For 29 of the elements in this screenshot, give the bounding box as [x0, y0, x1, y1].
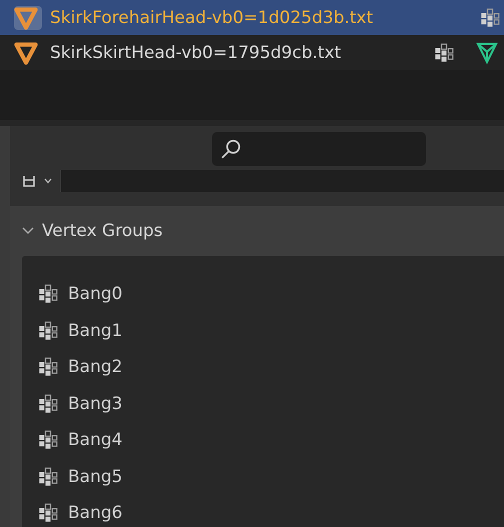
outliner-row[interactable]: SkirkForehairHead-vb0=1d025d3b.txt	[0, 0, 504, 35]
name-field[interactable]	[60, 170, 504, 192]
vertex-group-icon	[38, 320, 58, 341]
dropdown-caret-icon[interactable]	[44, 178, 52, 184]
vertex-group-item[interactable]: Bang2	[68, 357, 122, 378]
vertex-group-item[interactable]: Bang1	[68, 320, 122, 341]
vertex-group-icon	[38, 284, 58, 304]
vertex-group-icon	[38, 357, 58, 378]
vertex-group-item[interactable]: Bang5	[68, 466, 122, 487]
vertex-group-icon	[480, 8, 500, 28]
panel-title: Vertex Groups	[42, 221, 163, 241]
vertex-group-item[interactable]: Bang6	[68, 503, 122, 524]
search-icon	[220, 138, 242, 160]
panel-header[interactable]: Vertex Groups	[10, 206, 504, 256]
mesh-triangle-icon	[14, 40, 38, 64]
vertex-group-icon	[38, 394, 58, 414]
object-name: SkirkForehairHead-vb0=1d025d3b.txt	[50, 8, 374, 28]
vertex-group-item[interactable]: Bang0	[68, 284, 122, 304]
vertex-group-icon	[434, 42, 454, 62]
search-field[interactable]	[212, 132, 426, 166]
vertex-group-item[interactable]: Bang4	[68, 430, 122, 450]
object-data-icon	[22, 175, 36, 187]
object-name: SkirkSkirtHead-vb0=1795d9cb.txt	[50, 42, 342, 62]
vertex-group-icon	[38, 466, 58, 487]
vertex-group-icon	[38, 503, 58, 524]
mesh-triangle-icon	[14, 6, 38, 30]
outliner-row[interactable]: SkirkSkirtHead-vb0=1795d9cb.txt	[0, 35, 504, 70]
vertex-group-item[interactable]: Bang3	[68, 394, 122, 414]
vertex-group-icon	[38, 430, 58, 450]
